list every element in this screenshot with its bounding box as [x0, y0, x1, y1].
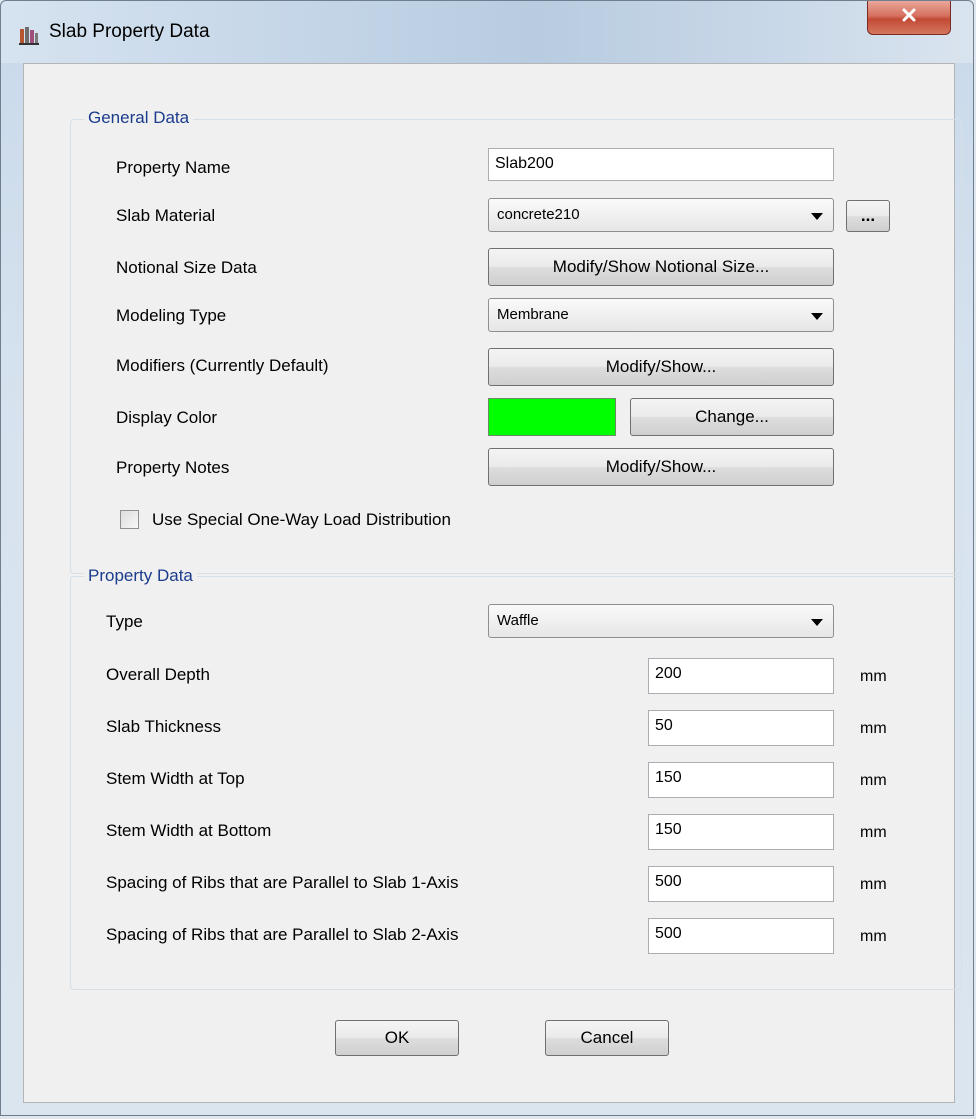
modify-notional-size-button[interactable]: Modify/Show Notional Size...	[488, 248, 834, 286]
general-data-group	[70, 119, 962, 574]
display-color-label: Display Color	[116, 408, 218, 427]
close-button[interactable]	[867, 1, 951, 35]
chevron-down-icon	[811, 213, 823, 220]
property-row-label: Slab Thickness	[106, 717, 221, 736]
chevron-down-icon	[811, 313, 823, 320]
property-row-unit: mm	[860, 824, 887, 841]
slab-material-label: Slab Material	[116, 206, 216, 225]
modeling-type-value: Membrane	[497, 306, 569, 323]
property-row-unit: mm	[860, 772, 887, 789]
property-row-unit: mm	[860, 876, 887, 893]
one-way-load-checkbox[interactable]	[120, 510, 139, 529]
type-select[interactable]: Waffle	[488, 604, 834, 638]
property-row-input[interactable]: 50	[648, 710, 834, 746]
modeling-type-label: Modeling Type	[116, 306, 227, 325]
modifiers-label: Modifiers (Currently Default)	[116, 356, 329, 375]
cancel-button[interactable]: Cancel	[545, 1020, 669, 1056]
notional-size-label: Notional Size Data	[116, 258, 257, 277]
change-color-button[interactable]: Change...	[630, 398, 834, 436]
title-bar[interactable]: Slab Property Data	[1, 1, 973, 63]
property-notes-label: Property Notes	[116, 458, 230, 477]
modifiers-modify-show-button[interactable]: Modify/Show...	[488, 348, 834, 386]
property-row-label: Spacing of Ribs that are Parallel to Sla…	[106, 925, 459, 944]
type-label: Type	[106, 612, 143, 631]
property-row-input[interactable]: 200	[648, 658, 834, 694]
general-data-title: General Data	[84, 108, 194, 128]
property-name-label: Property Name	[116, 158, 231, 177]
property-row-label: Stem Width at Top	[106, 769, 245, 788]
close-icon	[901, 7, 917, 28]
dialog-window: Slab Property Data General Data Property…	[0, 0, 974, 1116]
property-row-input[interactable]: 500	[648, 866, 834, 902]
material-ellipsis-button[interactable]: ...	[846, 200, 890, 232]
window-title: Slab Property Data	[49, 21, 210, 42]
property-data-title: Property Data	[84, 566, 197, 586]
property-row-unit: mm	[860, 668, 887, 685]
property-row-unit: mm	[860, 720, 887, 737]
property-row-input[interactable]: 500	[648, 918, 834, 954]
etabs-app-icon	[19, 25, 39, 45]
display-color-swatch	[488, 398, 616, 436]
property-row-label: Stem Width at Bottom	[106, 821, 272, 840]
property-name-input[interactable]: Slab200	[488, 148, 834, 181]
property-row-label: Overall Depth	[106, 665, 210, 684]
ok-button[interactable]: OK	[335, 1020, 459, 1056]
slab-material-value: concrete210	[497, 206, 580, 223]
property-row-input[interactable]: 150	[648, 762, 834, 798]
type-value: Waffle	[497, 612, 539, 629]
one-way-load-label: Use Special One-Way Load Distribution	[152, 510, 451, 529]
slab-material-select[interactable]: concrete210	[488, 198, 834, 232]
chevron-down-icon	[811, 619, 823, 626]
property-row-unit: mm	[860, 928, 887, 945]
property-notes-modify-show-button[interactable]: Modify/Show...	[488, 448, 834, 486]
property-row-label: Spacing of Ribs that are Parallel to Sla…	[106, 873, 459, 892]
dialog-body: General Data Property Name Slab200 Slab …	[23, 63, 962, 1103]
modeling-type-select[interactable]: Membrane	[488, 298, 834, 332]
property-row-input[interactable]: 150	[648, 814, 834, 850]
